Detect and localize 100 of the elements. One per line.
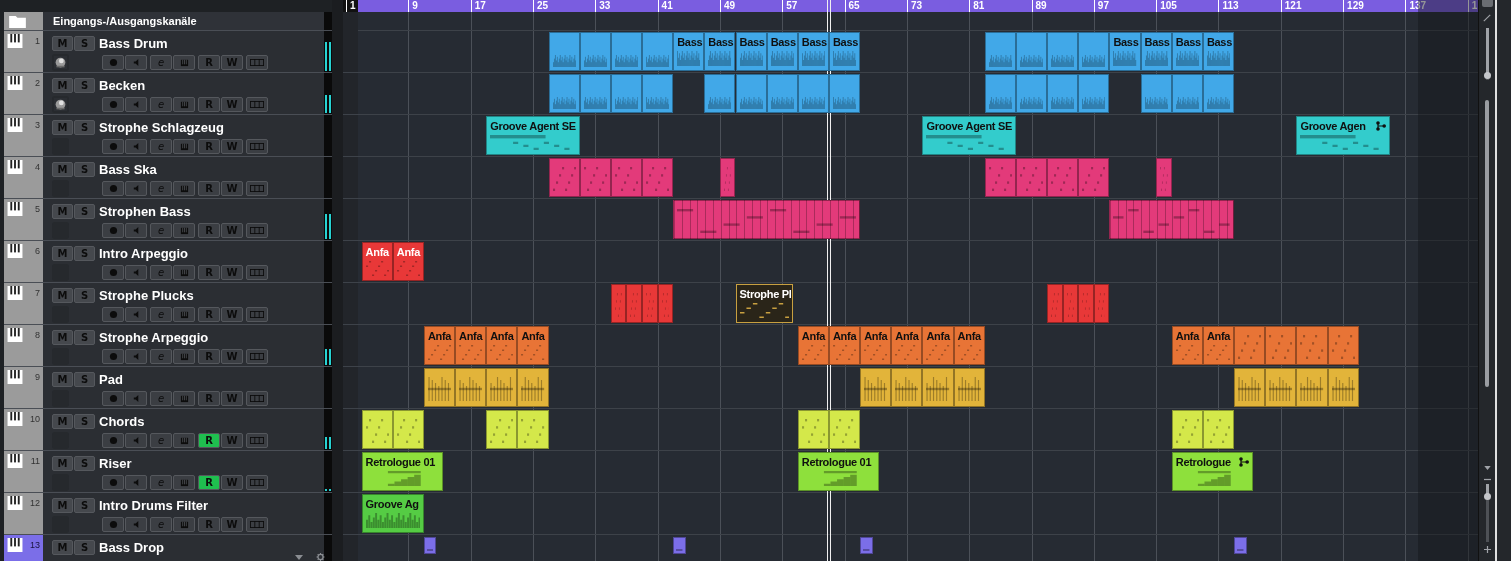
audio-clip[interactable]: Groove Ag [361,494,424,533]
track-header-strip[interactable]: 5 [4,199,43,240]
lanes-button[interactable] [246,181,268,196]
midi-clip[interactable] [1078,158,1110,197]
track-header-strip[interactable]: 8 [4,325,43,366]
midi-clip[interactable] [1265,326,1297,365]
midi-clip[interactable] [1296,368,1328,407]
solo-button[interactable]: S [74,539,95,555]
audio-clip[interactable] [579,32,611,71]
dropdown-icon[interactable] [295,555,303,560]
audio-clip[interactable] [1015,32,1048,71]
midi-clip[interactable]: Anfa [891,326,923,365]
monitor-button[interactable] [125,181,147,196]
midi-clip[interactable] [891,368,923,407]
midi-clip[interactable] [1109,200,1235,239]
midi-clip[interactable]: Groove Agent SE [486,116,580,155]
midi-clip[interactable] [1156,158,1172,197]
solo-button[interactable]: S [74,35,95,51]
mute-button[interactable]: M [52,203,73,219]
instrument-button[interactable] [173,349,195,364]
mute-button[interactable]: M [52,287,73,303]
panel-button[interactable] [1482,0,1493,7]
audio-clip[interactable]: Bass [1140,32,1172,71]
midi-clip[interactable] [423,368,456,407]
instrument-button[interactable] [173,181,195,196]
midi-clip[interactable] [1234,537,1247,554]
track-header-strip[interactable]: 6 [4,241,43,282]
solo-button[interactable]: S [74,287,95,303]
midi-clip[interactable] [1327,368,1359,407]
midi-clip[interactable] [1327,326,1359,365]
midi-clip[interactable]: Retrologue 01 [797,452,879,491]
audio-clip[interactable] [1015,74,1048,113]
zoom-slider[interactable] [1486,484,1489,542]
audio-clip[interactable] [735,74,767,113]
audio-clip[interactable]: Bass [1109,32,1141,71]
read-button[interactable]: R [198,433,220,448]
track-header-strip[interactable]: 3 [4,115,43,156]
mute-button[interactable]: M [52,539,73,555]
track-header-strip[interactable]: 1 [4,31,43,72]
lanes-button[interactable] [246,475,268,490]
audio-clip[interactable] [610,32,642,71]
audio-clip[interactable] [1140,74,1172,113]
midi-clip[interactable] [719,158,736,197]
midi-clip[interactable] [486,368,518,407]
audio-clip[interactable]: Bass [735,32,767,71]
lanes-button[interactable] [246,349,268,364]
midi-clip[interactable]: Anfa [922,326,954,365]
midi-clip[interactable] [1171,410,1203,449]
midi-clip[interactable] [423,537,437,554]
audio-clip[interactable] [984,32,1016,71]
audio-clip[interactable] [704,74,736,113]
audio-clip[interactable]: Bass [704,32,736,71]
track-header-strip[interactable]: 2 [4,73,43,114]
record-button[interactable] [102,433,124,448]
record-button[interactable] [102,391,124,406]
mute-button[interactable]: M [52,119,73,135]
slider-thumb[interactable] [1484,71,1491,79]
audio-clip[interactable] [1047,74,1079,113]
mute-button[interactable]: M [52,245,73,261]
midi-clip[interactable] [953,368,985,407]
midi-clip[interactable] [1234,368,1266,407]
instrument-button[interactable] [173,223,195,238]
midi-clip[interactable] [1296,326,1328,365]
zoom-out-icon[interactable] [1484,476,1491,483]
monitor-button[interactable] [125,517,147,532]
monitor-button[interactable] [125,307,147,322]
mute-button[interactable]: M [52,77,73,93]
audio-clip[interactable]: Bass [673,32,705,71]
midi-clip[interactable] [828,410,861,449]
midi-clip[interactable]: Groove Agen [1296,116,1390,155]
midi-clip[interactable]: Anfa [423,326,456,365]
audio-clip[interactable]: Bass [828,32,861,71]
scrollbar-thumb[interactable] [1485,100,1489,387]
monitor-button[interactable] [125,55,147,70]
mute-button[interactable]: M [52,413,73,429]
midi-clip[interactable] [517,368,549,407]
solo-button[interactable]: S [74,413,95,429]
audio-clip[interactable] [1202,74,1235,113]
track-header-strip[interactable]: 13 [4,535,43,561]
audio-clip[interactable] [610,74,642,113]
audio-clip[interactable]: Bass [1202,32,1235,71]
solo-button[interactable]: S [74,161,95,177]
audio-clip[interactable] [1047,32,1079,71]
midi-clip[interactable] [860,537,873,554]
settings-icon[interactable] [316,553,325,561]
midi-clip[interactable] [517,410,549,449]
track-header-strip[interactable]: 11 [4,451,43,492]
midi-clip[interactable] [797,410,829,449]
audio-clip[interactable] [766,74,798,113]
midi-clip[interactable] [860,368,892,407]
instrument-button[interactable] [173,265,195,280]
solo-button[interactable]: S [74,455,95,471]
midi-clip[interactable]: Anfa [797,326,829,365]
solo-button[interactable]: S [74,329,95,345]
instrument-button[interactable] [173,517,195,532]
track-header-strip[interactable]: 12 [4,493,43,534]
lanes-button[interactable] [246,307,268,322]
monitor-button[interactable] [125,265,147,280]
instrument-button[interactable] [173,55,195,70]
instrument-button[interactable] [173,307,195,322]
